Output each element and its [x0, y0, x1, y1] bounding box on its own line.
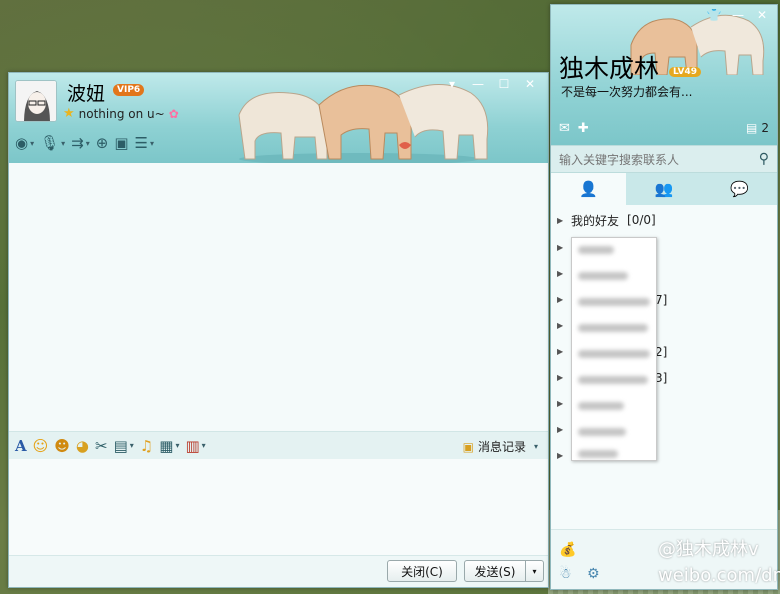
expand-triangle-icon: ▶: [557, 321, 564, 330]
settings-gear-icon[interactable]: ⚙: [587, 566, 600, 582]
add-contact-icon[interactable]: ⊕: [96, 134, 109, 152]
chevron-down-icon: ▾: [533, 442, 538, 451]
mail-icon[interactable]: ✉: [559, 121, 570, 136]
panel-header: 👕 — ✕ 独木成林 LV49 不是每一次努力都会有... ✉ ✚ ▤ 2: [551, 5, 777, 145]
file-transfer-icon[interactable]: ⇉ ▾: [71, 134, 90, 152]
vip-badge[interactable]: VIP6: [113, 84, 145, 96]
wallet-icon[interactable]: 💰: [559, 542, 576, 558]
message-input-area[interactable]: [9, 459, 548, 555]
chat-toolbar: ◉ ▾ 🎙 ▾ ⇉ ▾ ⊕ ▣ ☰ ▾: [15, 134, 154, 152]
history-icon: ▣: [462, 439, 474, 454]
contact-panel: 👕 — ✕ 独木成林 LV49 不是每一次努力都会有... ✉ ✚ ▤ 2 ⚲ …: [550, 4, 778, 590]
maximize-button[interactable]: ☐: [492, 76, 516, 92]
message-history-button[interactable]: ▣ 消息记录 ▾: [463, 438, 538, 455]
music-icon[interactable]: ♫: [140, 437, 153, 455]
level-badge[interactable]: LV49: [669, 67, 701, 77]
minimize-button[interactable]: —: [466, 76, 490, 92]
contact-name: 波妞: [67, 83, 106, 105]
person-icon: 👤: [579, 180, 598, 198]
group-count: [0/0]: [627, 213, 656, 227]
history-label: 消息记录: [477, 440, 526, 454]
flower-icon: ✿: [168, 106, 179, 121]
watermark-line-2: weibo.com/dmc: [658, 565, 780, 586]
user-name[interactable]: 独木成林: [559, 49, 659, 85]
watermark-line-1: @独木成林v: [658, 539, 759, 560]
font-icon[interactable]: A: [15, 437, 27, 455]
group-name: 我的好友: [571, 213, 620, 228]
chat-window-controls: ▾ — ☐ ✕: [440, 76, 542, 92]
send-label: 发送(S): [474, 564, 516, 579]
menu-button[interactable]: ▾: [440, 76, 464, 92]
groups-tab[interactable]: 👥: [626, 173, 701, 205]
message-box[interactable]: ▤ 2: [746, 121, 769, 135]
expand-triangle-icon: ▶: [557, 243, 564, 252]
contacts-tab[interactable]: 👤: [551, 173, 627, 205]
close-window-button[interactable]: ✕: [751, 7, 773, 23]
star-icon: ★: [63, 106, 75, 121]
expand-triangle-icon: ▶: [557, 425, 564, 434]
plus-icon[interactable]: ✚: [578, 121, 589, 136]
skin-icon[interactable]: 👕: [703, 7, 725, 23]
search-icon[interactable]: ⚲: [759, 151, 769, 167]
panel-quick-icons: ✉ ✚: [559, 121, 589, 136]
contact-avatar[interactable]: [15, 80, 57, 122]
expand-triangle-icon: ▶: [557, 295, 564, 304]
button-bar: 关闭(C) 发送(S) ▾: [9, 555, 548, 587]
shake-icon[interactable]: ◕: [76, 437, 89, 455]
status-text: nothing on u~: [78, 106, 165, 121]
qq-penguin-icon[interactable]: ☃: [559, 566, 572, 582]
message-box-icon: ▤: [746, 121, 758, 135]
panel-window-controls: 👕 — ✕: [703, 7, 773, 23]
expand-triangle-icon: ▶: [557, 269, 564, 278]
group-icon: 👥: [654, 180, 674, 198]
group-my-friends[interactable]: ▶ 我的好友 [0/0]: [551, 207, 777, 233]
expand-triangle-icon: ▶: [557, 215, 564, 225]
chat-header: ▾ — ☐ ✕ 波妞 VIP6 ★ nothing on u~ ✿ ◉ ▾ 🎙 ▾ …: [9, 73, 548, 163]
close-button[interactable]: 关闭(C): [387, 560, 457, 582]
recent-tab[interactable]: 💬: [702, 173, 777, 205]
send-options-chevron-icon[interactable]: ▾: [525, 561, 543, 581]
screen-share-icon[interactable]: ▣: [114, 134, 128, 152]
contact-search: ⚲: [551, 145, 777, 173]
message-display-area[interactable]: [9, 163, 548, 431]
watermark: @独木成林v weibo.com/dmc: [658, 537, 780, 589]
send-button[interactable]: 发送(S) ▾: [464, 560, 544, 582]
blurred-contacts-popup: [571, 237, 657, 461]
magic-emoji-icon[interactable]: ☻: [54, 437, 70, 455]
gift-icon[interactable]: ▥ ▾: [185, 437, 205, 455]
unread-count: 2: [761, 121, 769, 135]
expand-triangle-icon: ▶: [557, 399, 564, 408]
chat-window: ▾ — ☐ ✕ 波妞 VIP6 ★ nothing on u~ ✿ ◉ ▾ 🎙 ▾ …: [8, 72, 549, 588]
search-input[interactable]: [559, 150, 749, 170]
status-line: ★ nothing on u~ ✿: [63, 106, 179, 121]
apps-icon[interactable]: ☰ ▾: [135, 134, 154, 152]
image-icon[interactable]: ▤ ▾: [114, 437, 134, 455]
avatar-portrait-icon: [16, 81, 56, 121]
user-signature[interactable]: 不是每一次努力都会有...: [561, 83, 692, 100]
voice-call-icon[interactable]: 🎙 ▾: [40, 134, 65, 152]
expand-triangle-icon: ▶: [557, 451, 564, 460]
panel-tabs: 👤 👥 💬: [551, 173, 777, 205]
screenshot-icon[interactable]: ✂: [95, 437, 108, 455]
close-window-button[interactable]: ✕: [518, 76, 542, 92]
expand-triangle-icon: ▶: [557, 347, 564, 356]
expand-triangle-icon: ▶: [557, 373, 564, 382]
emoji-icon[interactable]: ☺: [33, 437, 49, 455]
screen-capture-icon[interactable]: ▦ ▾: [159, 437, 179, 455]
chat-bubble-icon: 💬: [729, 180, 749, 198]
video-call-icon[interactable]: ◉ ▾: [15, 134, 34, 152]
contact-groups: ▶ 我的好友 [0/0]: [551, 207, 777, 233]
minimize-button[interactable]: —: [727, 7, 749, 23]
